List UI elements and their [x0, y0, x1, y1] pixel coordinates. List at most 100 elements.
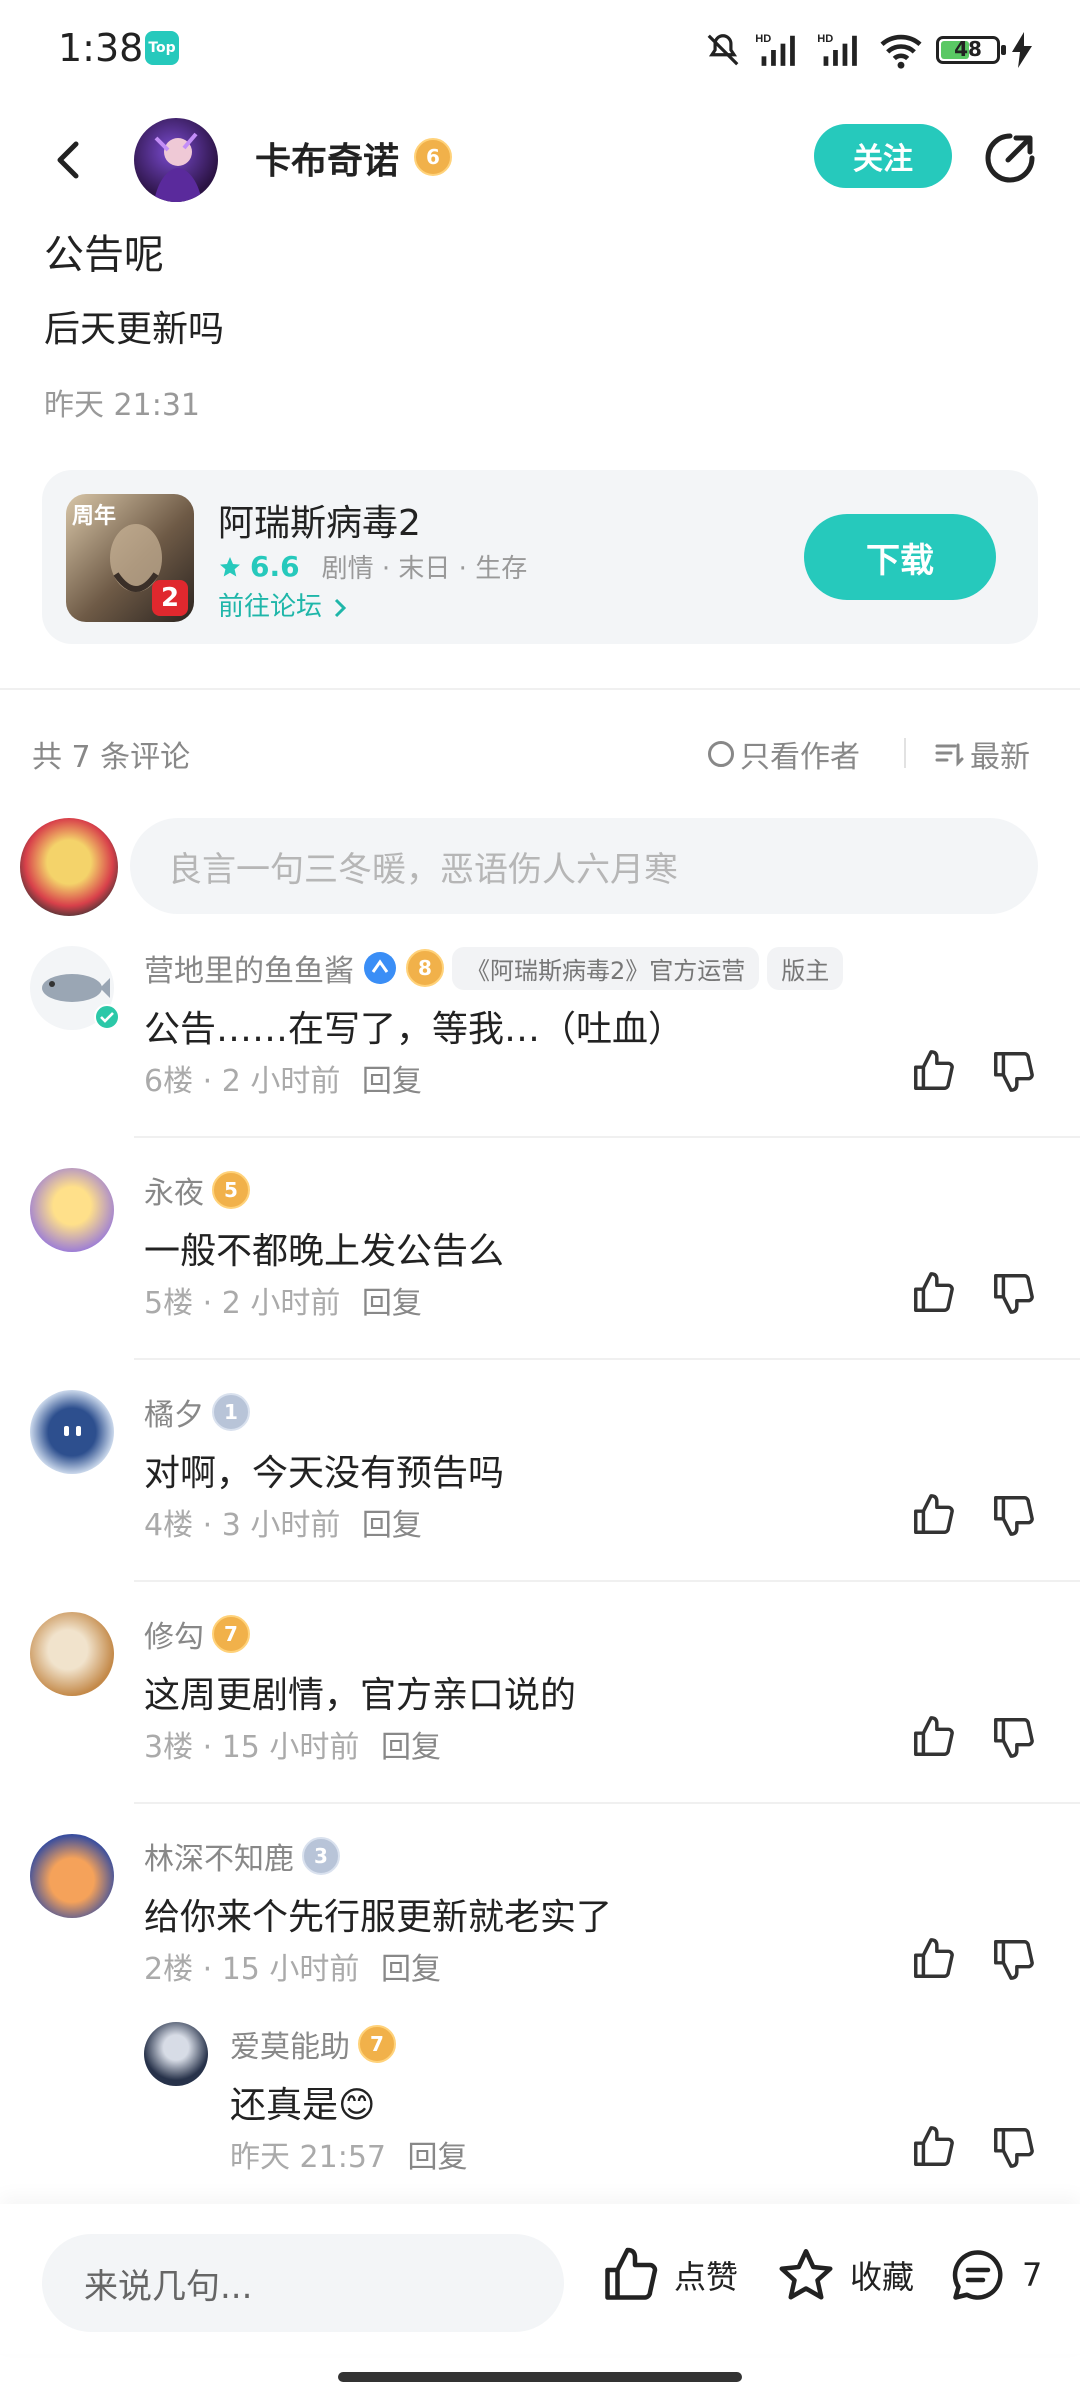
comment-text: 还真是😊 [230, 2085, 376, 2126]
signal-hd-icon: HD [817, 33, 857, 66]
reply-button[interactable]: 回复 [408, 2140, 468, 2175]
taptap-app-icon: Top [145, 31, 179, 65]
author-avatar[interactable] [134, 118, 218, 202]
commenter-name[interactable]: 林深不知鹿 [144, 1834, 294, 1878]
comments-button[interactable]: 7 [948, 2240, 1042, 2310]
sort-icon [935, 743, 964, 767]
back-arrow-icon[interactable] [40, 130, 100, 190]
comment-text: 这周更剧情，官方亲口说的 [144, 1675, 577, 1716]
commenter-avatar[interactable] [30, 1834, 114, 1918]
comment-time: 昨天 21:57 [230, 2140, 386, 2175]
thumbs-down-icon[interactable] [990, 1048, 1036, 1094]
reply-input[interactable]: 来说几句... [42, 2234, 564, 2332]
chevron-right-icon [335, 598, 347, 617]
author-only-toggle[interactable]: 只看作者 [708, 732, 860, 776]
commenter-row: 修勾 7 [144, 1612, 250, 1656]
comment-divider [134, 1802, 1080, 1804]
level-badge: 8 [406, 949, 444, 987]
thumbs-down-icon[interactable] [990, 1714, 1036, 1760]
comment-meta: 3楼 · 15 小时前 回复 [144, 1730, 441, 1765]
thumbs-down-icon[interactable] [990, 1492, 1036, 1538]
reply-button[interactable]: 回复 [362, 1508, 422, 1543]
comment-floor: 2楼 [144, 1952, 194, 1987]
thumbs-down-icon[interactable] [990, 1936, 1036, 1982]
author-name[interactable]: 卡布奇诺 [255, 132, 399, 184]
game-tags: 剧情 · 末日 · 生存 [321, 554, 528, 584]
favorite-label: 收藏 [850, 2258, 915, 2296]
commenter-row: 永夜 5 [144, 1168, 250, 1212]
reply-button[interactable]: 回复 [381, 1730, 441, 1765]
commenter-name[interactable]: 爱莫能助 [230, 2022, 350, 2066]
comment-divider [134, 1580, 1080, 1582]
commenter-avatar[interactable] [30, 1168, 114, 1252]
game-card[interactable]: 周年 2 阿瑞斯病毒2 6.6 剧情 · 末日 · 生存 前往论坛 下载 [42, 470, 1038, 644]
comment-meta: 2楼 · 15 小时前 回复 [144, 1952, 441, 1987]
follow-button[interactable]: 关注 [814, 124, 952, 188]
comment-time: 15 小时前 [221, 1952, 360, 1987]
mute-icon [707, 34, 739, 66]
thumbs-down-icon[interactable] [990, 2124, 1036, 2170]
forum-link-label: 前往论坛 [218, 592, 323, 622]
commenter-avatar[interactable] [30, 1390, 114, 1474]
sort-button[interactable]: 最新 [934, 732, 1030, 776]
comment-text: 给你来个先行服更新就老实了 [144, 1897, 613, 1938]
commenter-name[interactable]: 永夜 [144, 1168, 204, 1212]
reply-button[interactable]: 回复 [362, 1064, 422, 1099]
commenter-name[interactable]: 橘夕 [144, 1390, 204, 1434]
bottom-action-bar: 来说几句... 点赞 收藏 7 [0, 2204, 1080, 2354]
download-button[interactable]: 下载 [804, 514, 996, 600]
comment-meta: 5楼 · 2 小时前 回复 [144, 1286, 422, 1321]
star-icon [220, 556, 240, 576]
post-body: 后天更新吗 [44, 309, 225, 350]
wifi-icon [880, 34, 922, 69]
thumbs-up-icon[interactable] [910, 1714, 956, 1760]
battery-icon: 48 [936, 36, 1006, 64]
comment-divider [134, 1136, 1080, 1138]
comment-meta: 昨天 21:57 回复 [230, 2132, 468, 2176]
comment-floor: 6楼 [144, 1064, 194, 1099]
comment-text: 一般不都晚上发公告么 [144, 1231, 505, 1272]
commenter-avatar[interactable] [30, 1612, 114, 1696]
comment-time: 2 小时前 [221, 1064, 341, 1099]
comment-meta: 4楼 · 3 小时前 回复 [144, 1508, 422, 1543]
forum-link[interactable]: 前往论坛 [218, 586, 350, 623]
post-time: 昨天 21:31 [44, 388, 200, 423]
commenter-avatar[interactable] [30, 946, 120, 1030]
thumbs-up-icon[interactable] [910, 1936, 956, 1982]
section-divider [0, 688, 1080, 690]
home-indicator[interactable] [338, 2372, 742, 2382]
reply-button[interactable]: 回复 [381, 1952, 441, 1987]
comment-floor: 3楼 [144, 1730, 194, 1765]
battery-level: 48 [954, 37, 982, 61]
reply-button[interactable]: 回复 [362, 1286, 422, 1321]
thumbs-down-icon[interactable] [990, 1270, 1036, 1316]
commenter-avatar[interactable] [144, 2022, 208, 2086]
star-outline-icon [779, 2249, 833, 2300]
comments-count: 共 7 条评论 [32, 740, 191, 775]
commenter-row: 林深不知鹿 3 [144, 1834, 340, 1878]
thumbs-up-icon[interactable] [910, 1270, 956, 1316]
favorite-button[interactable]: 收藏 [776, 2240, 914, 2310]
thumbs-up-icon[interactable] [910, 1492, 956, 1538]
comment-divider [134, 1358, 1080, 1360]
commenter-name[interactable]: 营地里的鱼鱼酱 [144, 946, 354, 990]
share-icon[interactable] [980, 128, 1040, 188]
comment-text: 公告……在写了，等我…（吐血） [144, 1009, 685, 1050]
game-rating: 6.6 [250, 550, 300, 583]
thumbs-up-icon[interactable] [910, 2124, 956, 2170]
thumbs-up-icon [605, 2247, 658, 2300]
status-icons: HD HD 48 [704, 28, 1032, 72]
thumbs-up-icon[interactable] [910, 1048, 956, 1094]
level-badge: 5 [212, 1171, 250, 1209]
role-tag: 《阿瑞斯病毒2》官方运营 [452, 946, 760, 990]
like-button[interactable]: 点赞 [600, 2240, 738, 2310]
game-meta: 6.6 剧情 · 末日 · 生存 [218, 548, 527, 585]
game-name[interactable]: 阿瑞斯病毒2 [218, 494, 421, 546]
game-icon-number: 2 [152, 580, 188, 616]
comment-input[interactable]: 良言一句三冬暖，恶语伤人六月寒 [130, 818, 1038, 914]
game-icon[interactable]: 周年 2 [66, 494, 194, 622]
commenter-name[interactable]: 修勾 [144, 1612, 204, 1656]
my-avatar[interactable] [20, 818, 118, 916]
level-badge: 6 [414, 138, 452, 176]
level-badge: 3 [302, 1837, 340, 1875]
